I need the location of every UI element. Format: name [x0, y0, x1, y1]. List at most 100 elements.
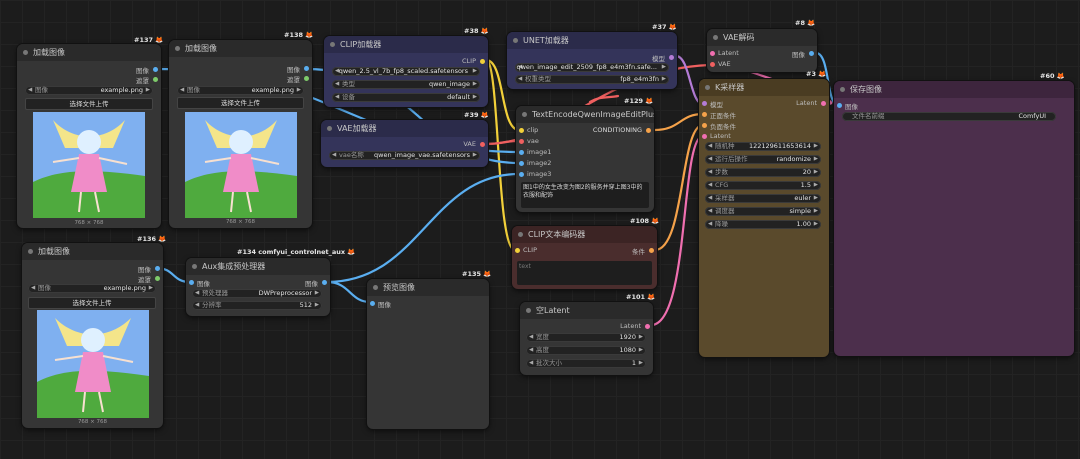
unet-loader-node[interactable]: UNET加载器 模型 ◀ qwen_image_edit_2509_fp8_e4m… — [507, 32, 677, 89]
negative-prompt-textarea[interactable]: text — [517, 261, 652, 285]
output-model-socket[interactable] — [669, 55, 674, 60]
node-title[interactable]: 加载图像 — [169, 40, 312, 57]
input-latent-socket[interactable] — [710, 51, 715, 56]
arrow-left-icon[interactable]: ◀ — [708, 168, 712, 177]
arrow-right-icon[interactable]: ▶ — [639, 346, 643, 355]
input-clip-socket[interactable] — [519, 128, 524, 133]
arrow-right-icon[interactable]: ▶ — [814, 168, 818, 177]
vae-decode-node[interactable]: VAE解码 Latent VAE 图像 — [707, 29, 817, 72]
output-image-socket[interactable] — [322, 280, 327, 285]
cfg-widget[interactable]: ◀ CFG 1.5 ▶ — [705, 181, 821, 190]
arrow-right-icon[interactable]: ▶ — [146, 86, 150, 95]
output-mask-socket[interactable] — [304, 76, 309, 81]
arrow-right-icon[interactable]: ▶ — [639, 359, 643, 368]
node-title[interactable]: K采样器 — [699, 79, 829, 96]
load-image-node-1[interactable]: 加载图像 图像 遮罩 ◀ 图像 example.png ▶ 选择文件上传 768 × … — [17, 44, 161, 228]
arrow-left-icon[interactable]: ◀ — [335, 80, 339, 89]
node-title[interactable]: UNET加载器 — [507, 32, 677, 49]
arrow-left-icon[interactable]: ◀ — [708, 207, 712, 216]
arrow-left-icon[interactable]: ◀ — [195, 301, 199, 310]
arrow-left-icon[interactable]: ◀ — [180, 86, 184, 95]
batch-size-widget[interactable]: ◀ 批次大小 1 ▶ — [526, 359, 646, 368]
clip-loader-node[interactable]: CLIP加载器 CLIP ◀ qwen_2.5_vl_7b_fp8_scaled.… — [324, 36, 488, 107]
output-image-socket[interactable] — [155, 266, 160, 271]
load-image-node-2[interactable]: 加载图像 图像 遮罩 ◀ 图像 example.png ▶ 选择文件上传 768 × … — [169, 40, 312, 228]
arrow-left-icon[interactable]: ◀ — [708, 194, 712, 203]
input-model-socket[interactable] — [702, 101, 707, 106]
arrow-left-icon[interactable]: ◀ — [529, 359, 533, 368]
scheduler-widget[interactable]: ◀ 调度器 simple ▶ — [705, 207, 821, 216]
output-latent-socket[interactable] — [645, 324, 650, 329]
output-vae-socket[interactable] — [480, 142, 485, 147]
arrow-right-icon[interactable]: ▶ — [814, 181, 818, 190]
input-image-socket[interactable] — [837, 103, 842, 108]
preview-image-node[interactable]: 预览图像 图像 — [367, 279, 489, 429]
node-title[interactable]: 保存图像 — [834, 81, 1074, 98]
arrow-left-icon[interactable]: ◀ — [195, 289, 199, 298]
image-select-widget[interactable]: ◀ 图像 example.png ▶ — [25, 86, 153, 95]
arrow-left-icon[interactable]: ◀ — [332, 151, 336, 160]
arrow-right-icon[interactable]: ▶ — [473, 151, 477, 160]
arrow-right-icon[interactable]: ▶ — [814, 220, 818, 229]
node-title[interactable]: VAE加载器 — [321, 120, 488, 137]
text-encode-qwen-node[interactable]: TextEncodeQwenImageEditPlus clip vae ima… — [516, 106, 654, 212]
save-image-node[interactable]: 保存图像 图像 文件名前缀 ComfyUI — [834, 81, 1074, 356]
output-conditioning-socket[interactable] — [649, 248, 654, 253]
node-title[interactable]: 加载图像 — [22, 243, 163, 260]
upload-button[interactable]: 选择文件上传 — [28, 297, 156, 309]
width-widget[interactable]: ◀ 宽度 1920 ▶ — [526, 333, 646, 342]
ksampler-node[interactable]: K采样器 模型 正面条件 负面条件 Latent Latent ◀ 随机种 1221… — [699, 79, 829, 357]
arrow-right-icon[interactable]: ▶ — [297, 86, 301, 95]
clip-name-widget[interactable]: ◀ qwen_2.5_vl_7b_fp8_scaled.safetensors ▶ — [332, 67, 480, 76]
empty-latent-node[interactable]: 空Latent Latent ◀ 宽度 1920 ▶ ◀ 高度 1080 ▶ ◀ 批次大小 1 ▶ — [520, 302, 653, 375]
clip-type-widget[interactable]: ◀ 类型 qwen_image ▶ — [332, 80, 480, 89]
node-title[interactable]: Aux集成预处理器 — [186, 258, 330, 275]
clip-text-encode-node[interactable]: CLIP文本编码器 CLIP 条件 text — [512, 226, 657, 289]
preprocessor-widget[interactable]: ◀ 预处理器 DWPreprocessor ▶ — [192, 289, 322, 298]
clip-device-widget[interactable]: ◀ 设备 default ▶ — [332, 93, 480, 102]
arrow-right-icon[interactable]: ▶ — [473, 80, 477, 89]
seed-widget[interactable]: ◀ 随机种 122129611653614 ▶ — [705, 142, 821, 151]
arrow-right-icon[interactable]: ▶ — [814, 155, 818, 164]
output-conditioning-socket[interactable] — [646, 128, 651, 133]
arrow-right-icon[interactable]: ▶ — [814, 142, 818, 151]
unet-name-widget[interactable]: ◀ qwen_image_edit_2509_fp8_e4m3fn.safe...… — [515, 63, 669, 72]
image-select-widget[interactable]: ◀ 图像 example.png ▶ — [28, 284, 156, 293]
input-image-socket[interactable] — [370, 301, 375, 306]
input-vae-socket[interactable] — [710, 62, 715, 67]
aux-preprocessor-node[interactable]: Aux集成预处理器 图像 图像 ◀ 预处理器 DWPreprocessor ▶ ◀ 分辨… — [186, 258, 330, 316]
arrow-right-icon[interactable]: ▶ — [315, 301, 319, 310]
arrow-left-icon[interactable]: ◀ — [335, 93, 339, 102]
input-image-socket[interactable] — [189, 280, 194, 285]
node-title[interactable]: CLIP加载器 — [324, 36, 488, 53]
arrow-left-icon[interactable]: ◀ — [28, 86, 32, 95]
prompt-textarea[interactable]: 图1中的女生改变为图2的服务并穿上图3中的衣服和配饰 — [521, 182, 649, 208]
node-title[interactable]: 预览图像 — [367, 279, 489, 296]
output-latent-socket[interactable] — [821, 101, 826, 106]
sampler-widget[interactable]: ◀ 采样器 euler ▶ — [705, 194, 821, 203]
upload-button[interactable]: 选择文件上传 — [177, 97, 304, 109]
arrow-left-icon[interactable]: ◀ — [529, 346, 533, 355]
output-image-socket[interactable] — [153, 67, 158, 72]
output-mask-socket[interactable] — [153, 77, 158, 82]
arrow-right-icon[interactable]: ▶ — [315, 289, 319, 298]
height-widget[interactable]: ◀ 高度 1080 ▶ — [526, 346, 646, 355]
weight-dtype-widget[interactable]: ◀ 权重类型 fp8_e4m3fn ▶ — [515, 75, 669, 84]
arrow-left-icon[interactable]: ◀ — [708, 155, 712, 164]
vae-name-widget[interactable]: ◀ vae名称 qwen_image_vae.safetensors ▶ — [329, 151, 480, 160]
input-positive-socket[interactable] — [702, 112, 707, 117]
filename-prefix-widget[interactable]: 文件名前缀 ComfyUI — [842, 112, 1056, 121]
arrow-left-icon[interactable]: ◀ — [708, 220, 712, 229]
arrow-left-icon[interactable]: ◀ — [31, 284, 35, 293]
output-mask-socket[interactable] — [155, 276, 160, 281]
node-title[interactable]: 空Latent — [520, 302, 653, 319]
arrow-right-icon[interactable]: ▶ — [473, 67, 477, 76]
arrow-right-icon[interactable]: ▶ — [814, 194, 818, 203]
output-clip-socket[interactable] — [480, 59, 485, 64]
steps-widget[interactable]: ◀ 步数 20 ▶ — [705, 168, 821, 177]
input-image1-socket[interactable] — [519, 150, 524, 155]
node-title[interactable]: CLIP文本编码器 — [512, 226, 657, 243]
control-after-generate-widget[interactable]: ◀ 运行后操作 randomize ▶ — [705, 155, 821, 164]
resolution-widget[interactable]: ◀ 分辨率 512 ▶ — [192, 301, 322, 310]
node-title[interactable]: TextEncodeQwenImageEditPlus — [516, 106, 654, 123]
